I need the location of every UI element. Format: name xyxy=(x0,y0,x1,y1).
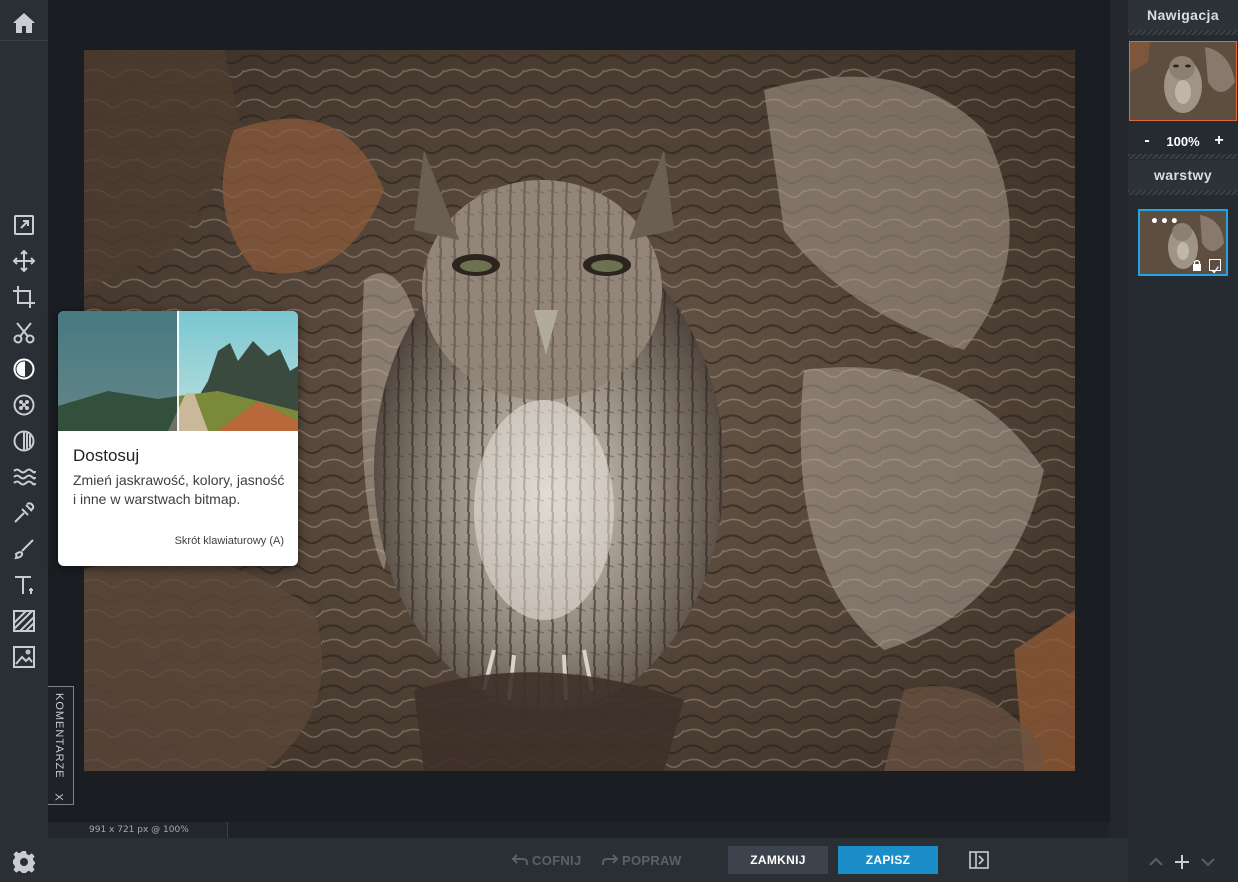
text-icon xyxy=(15,576,33,594)
redo-icon xyxy=(602,854,619,865)
zoom-in-button[interactable]: + xyxy=(1212,128,1226,154)
plus-icon xyxy=(1175,855,1189,869)
hatch-divider xyxy=(1128,190,1238,195)
hatch-divider xyxy=(1128,30,1238,35)
effects-tool[interactable] xyxy=(0,387,48,423)
move-layer-down-button[interactable] xyxy=(1200,854,1216,870)
cut-tool[interactable] xyxy=(0,315,48,351)
vertical-scrollbar[interactable] xyxy=(1110,0,1128,822)
brush-icon xyxy=(14,539,34,560)
scissors-icon xyxy=(13,322,35,344)
draw-tool[interactable] xyxy=(0,531,48,567)
layers-controls xyxy=(1128,838,1238,882)
undo-icon xyxy=(511,854,528,865)
crop-tool[interactable] xyxy=(0,279,48,315)
liquify-icon xyxy=(13,468,36,486)
panel-toggle-icon xyxy=(969,851,989,869)
add-layer-button[interactable] xyxy=(1174,854,1190,870)
gear-icon xyxy=(13,851,35,873)
chevron-down-icon xyxy=(1201,858,1215,867)
layer-menu-button[interactable]: ••• xyxy=(1150,215,1180,229)
check-icon xyxy=(1211,266,1219,274)
liquify-tool[interactable] xyxy=(0,459,48,495)
filters-tool[interactable] xyxy=(0,423,48,459)
frame-icon xyxy=(13,610,35,632)
horizontal-scrollbar[interactable] xyxy=(228,822,1108,838)
undo-button[interactable]: COFNIJ xyxy=(511,850,581,870)
filter-icon xyxy=(13,430,35,452)
bottom-bar: COFNIJ POPRAW ZAMKNIJ ZAPISZ xyxy=(48,838,1128,882)
effects-icon xyxy=(13,394,35,416)
chevron-up-icon xyxy=(1149,857,1163,866)
panel-toggle-button[interactable] xyxy=(969,851,989,869)
frames-tool[interactable] xyxy=(0,603,48,639)
left-toolbar xyxy=(0,0,48,882)
move-tool[interactable] xyxy=(0,243,48,279)
redo-button[interactable]: POPRAW xyxy=(601,850,682,870)
comments-close-button[interactable]: X xyxy=(53,793,65,800)
comments-tab[interactable]: KOMENTARZE X xyxy=(48,686,74,805)
crop-icon xyxy=(13,286,35,308)
navigation-preview xyxy=(1130,42,1236,120)
undo-label: COFNIJ xyxy=(532,852,582,868)
retouch-tool[interactable] xyxy=(0,495,48,531)
home-icon xyxy=(13,13,35,33)
layer-item[interactable]: ••• xyxy=(1138,209,1228,276)
navigation-header[interactable]: Nawigacja xyxy=(1128,0,1238,30)
tooltip-description: Zmień jaskrawość, kolory, jasność i inne… xyxy=(73,472,285,507)
text-tool[interactable] xyxy=(0,567,48,603)
close-button[interactable]: ZAMKNIJ xyxy=(728,846,828,874)
image-icon xyxy=(13,646,35,668)
export-icon xyxy=(14,215,34,235)
home-button[interactable] xyxy=(0,4,48,42)
image-tool[interactable] xyxy=(0,639,48,675)
adjust-tool[interactable] xyxy=(0,351,48,387)
lock-icon[interactable] xyxy=(1192,259,1202,271)
navigation-thumbnail[interactable] xyxy=(1129,41,1237,121)
export-tool[interactable] xyxy=(0,207,48,243)
adjust-icon xyxy=(13,358,35,380)
tooltip-title: Dostosuj xyxy=(73,446,140,465)
move-layer-up-button[interactable] xyxy=(1148,854,1164,870)
zoom-value: 100% xyxy=(1166,133,1200,149)
tooltip-shortcut: Skrót klawiaturowy (A) xyxy=(174,535,284,547)
toolbar-divider xyxy=(0,40,48,41)
layers-header[interactable]: warstwy xyxy=(1128,160,1238,190)
right-panel: Nawigacja - 100% + warstwy ••• xyxy=(1128,0,1238,882)
pipette-icon xyxy=(14,502,35,523)
tooltip-preview-image xyxy=(58,311,298,431)
zoom-out-button[interactable]: - xyxy=(1140,128,1154,154)
zoom-controls: - 100% + xyxy=(1128,128,1238,154)
image-size-info: 991 x 721 px @ 100% xyxy=(48,822,228,838)
save-button[interactable]: ZAPISZ xyxy=(838,846,938,874)
move-icon xyxy=(12,249,36,273)
comments-label: KOMENTARZE xyxy=(53,693,65,779)
status-row: 991 x 721 px @ 100% xyxy=(48,822,1128,838)
layer-visibility-checkbox[interactable] xyxy=(1209,259,1221,274)
redo-label: POPRAW xyxy=(622,852,682,868)
adjust-tooltip: Dostosuj Zmień jaskrawość, kolory, jasno… xyxy=(58,311,298,566)
settings-button[interactable] xyxy=(0,844,48,880)
hatch-divider xyxy=(1128,154,1238,159)
